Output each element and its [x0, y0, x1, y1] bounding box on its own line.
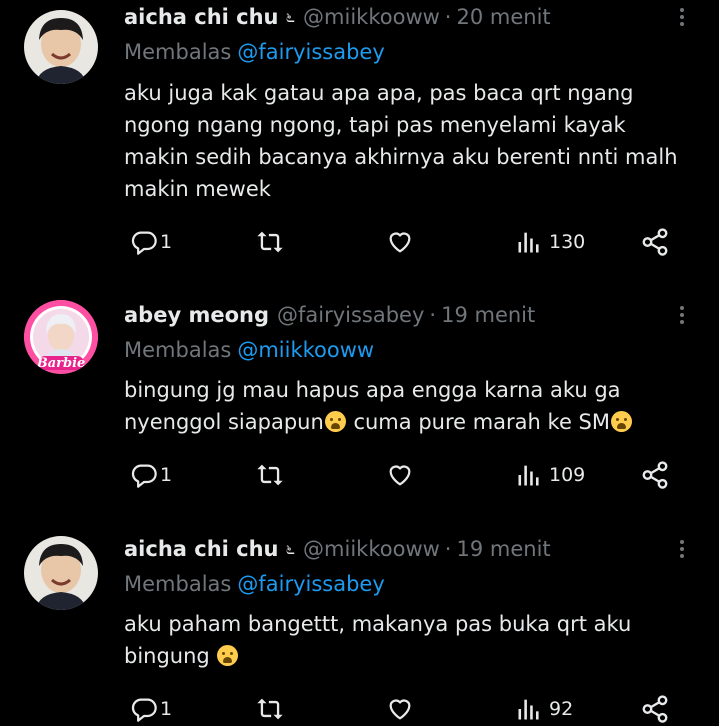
more-icon[interactable] — [672, 534, 692, 564]
name-badge-icon: ೬ — [285, 539, 296, 559]
heart-icon — [389, 465, 411, 486]
tweet-text-line: nyenggol siapapun cuma pure marah ke SM — [124, 406, 684, 438]
tweet-text-segment: nyenggol siapapun — [124, 410, 324, 434]
views-button[interactable]: 109 — [515, 460, 585, 490]
reply-icon — [131, 464, 157, 488]
username[interactable]: @miikkooww — [303, 537, 440, 561]
reply-icon — [131, 231, 157, 255]
display-name[interactable]: abey meong — [124, 303, 269, 327]
share-icon — [642, 695, 668, 723]
username[interactable]: @fairyissabey — [277, 303, 424, 327]
replying-to-label: Membalas — [124, 572, 232, 596]
replying-to-label: Membalas — [124, 40, 232, 64]
replying-to-mention[interactable]: @fairyissabey — [237, 572, 384, 596]
tweet-text: bingung jg mau hapus apa engga karna aku… — [124, 374, 684, 438]
timestamp[interactable]: 19 menit — [456, 537, 550, 561]
display-name[interactable]: aicha chi chu — [124, 5, 279, 29]
tweet-text-line: bingung — [124, 640, 684, 672]
more-icon[interactable] — [672, 2, 692, 32]
tweet-text-segment: cuma pure marah ke SM — [346, 410, 610, 434]
avatar[interactable] — [24, 536, 98, 610]
timestamp[interactable]: 20 menit — [456, 5, 550, 29]
retweet-button[interactable] — [255, 460, 285, 490]
share-icon — [642, 461, 668, 489]
share-button[interactable] — [640, 460, 670, 490]
avatar[interactable] — [24, 10, 98, 84]
reply-count: 1 — [160, 231, 173, 253]
share-button[interactable] — [640, 227, 670, 257]
retweet-icon — [257, 231, 283, 253]
like-button[interactable] — [385, 227, 415, 257]
tweet-header: aicha chi chu ೬ @miikkooww · 19 menit — [124, 534, 659, 564]
heart-icon — [389, 699, 411, 720]
separator-dot: · — [429, 303, 437, 327]
share-icon — [642, 228, 668, 256]
retweet-button[interactable] — [255, 694, 285, 724]
tweet-text-line: bingung jg mau hapus apa engga karna aku… — [124, 378, 621, 402]
separator-dot: · — [444, 537, 452, 561]
display-name[interactable]: aicha chi chu — [124, 537, 279, 561]
heart-icon — [389, 232, 411, 253]
replying-to: Membalas @miikkooww — [124, 335, 374, 365]
views-button[interactable]: 130 — [515, 227, 585, 257]
tweet[interactable]: aicha chi chu ೬ @miikkooww · 20 menit Me… — [0, 0, 719, 270]
tweet-actions: 1 109 — [130, 460, 675, 490]
username[interactable]: @miikkooww — [303, 5, 440, 29]
replying-to: Membalas @fairyissabey — [124, 37, 385, 67]
reply-button[interactable]: 1 — [130, 694, 172, 724]
reply-icon — [131, 698, 157, 722]
tweet-header: abey meong @fairyissabey · 19 menit — [124, 300, 659, 330]
replying-to: Membalas @fairyissabey — [124, 569, 385, 599]
tweet-header: aicha chi chu ೬ @miikkooww · 20 menit — [124, 2, 659, 32]
replying-to-mention[interactable]: @miikkooww — [237, 338, 374, 362]
loudly-crying-emoji-icon — [324, 411, 346, 432]
reply-button[interactable]: 1 — [130, 227, 172, 257]
share-button[interactable] — [640, 694, 670, 724]
retweet-icon — [257, 464, 283, 486]
retweet-icon — [257, 698, 283, 720]
separator-dot: · — [444, 5, 452, 29]
reply-count: 1 — [160, 464, 173, 486]
tweet[interactable]: Barbie abey meong @fairyissabey · 19 men… — [0, 290, 719, 520]
tweet-text-segment: bingung — [124, 644, 210, 668]
replying-to-label: Membalas — [124, 338, 232, 362]
tweet-text: aku paham bangettt, makanya pas buka qrt… — [124, 608, 684, 672]
tweet-actions: 1 130 — [130, 227, 675, 257]
views-icon — [518, 699, 539, 720]
loudly-crying-emoji-icon — [611, 411, 632, 432]
barbie-logo: Barbie — [36, 356, 86, 371]
views-icon — [518, 232, 539, 253]
like-button[interactable] — [385, 694, 415, 724]
views-button[interactable]: 92 — [515, 694, 573, 724]
tweet-actions: 1 92 — [130, 694, 675, 724]
name-badge-icon: ೬ — [285, 7, 296, 27]
tweet-text: aku juga kak gatau apa apa, pas baca qrt… — [124, 81, 678, 201]
views-count: 130 — [549, 231, 586, 253]
replying-to-mention[interactable]: @fairyissabey — [237, 40, 384, 64]
retweet-button[interactable] — [255, 227, 285, 257]
tweet[interactable]: aicha chi chu ೬ @miikkooww · 19 menit Me… — [0, 526, 719, 726]
views-count: 92 — [549, 698, 574, 720]
loudly-crying-emoji-icon — [217, 645, 239, 666]
timestamp[interactable]: 19 menit — [441, 303, 535, 327]
reply-count: 1 — [160, 698, 173, 720]
views-count: 109 — [549, 464, 586, 486]
more-icon[interactable] — [672, 300, 692, 330]
avatar[interactable]: Barbie — [24, 300, 98, 374]
tweet-text-line: aku paham bangettt, makanya pas buka qrt… — [124, 612, 632, 636]
views-icon — [518, 465, 539, 486]
like-button[interactable] — [385, 460, 415, 490]
reply-button[interactable]: 1 — [130, 460, 172, 490]
